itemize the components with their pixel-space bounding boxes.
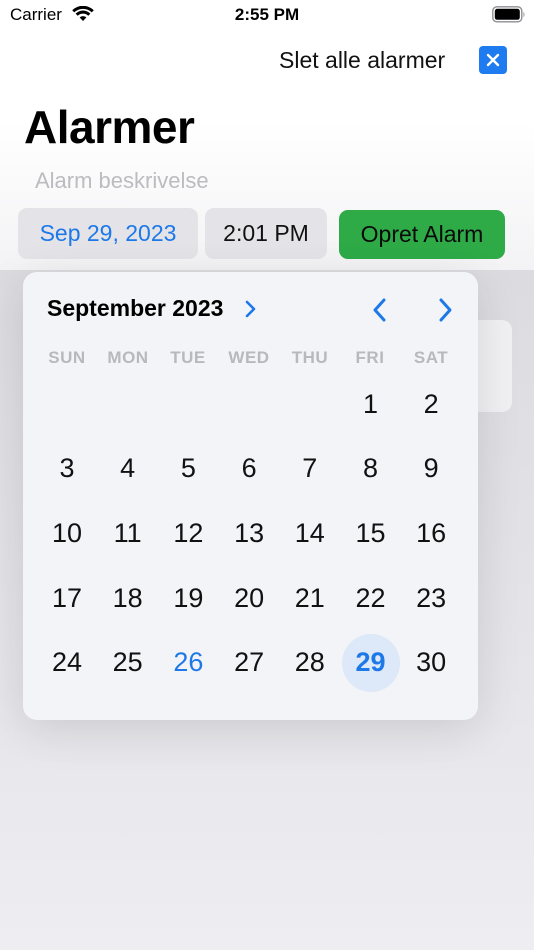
calendar-day[interactable]: 9: [401, 439, 461, 499]
calendar-day[interactable]: 15: [341, 503, 401, 563]
calendar-day[interactable]: 16: [401, 503, 461, 563]
calendar-day[interactable]: 21: [280, 568, 340, 628]
calendar-day-label: 14: [294, 517, 325, 548]
weekday-label: SAT: [413, 348, 449, 367]
chevron-right-icon[interactable]: [244, 299, 258, 319]
calendar-day[interactable]: 14: [280, 503, 340, 563]
calendar-day-label: 30: [416, 647, 447, 678]
calendar-day-label: 24: [51, 647, 83, 678]
date-picker-button[interactable]: Sep 29, 2023: [18, 208, 198, 259]
delete-all-alarms-label[interactable]: Slet alle alarmer: [279, 47, 445, 74]
weekday-label: WED: [228, 348, 270, 367]
weekday-label: MON: [107, 348, 149, 367]
calendar-day-label: 26: [173, 647, 204, 678]
status-time: 2:55 PM: [234, 5, 300, 24]
battery-icon: [492, 6, 525, 23]
weekday-label: TUE: [170, 348, 206, 367]
calendar-day[interactable]: 20: [219, 568, 279, 628]
calendar-day[interactable]: 23: [401, 568, 461, 628]
delete-all-button[interactable]: [479, 46, 507, 74]
calendar-day[interactable]: 25: [98, 633, 158, 693]
calendar-day[interactable]: 10: [37, 503, 97, 563]
calendar-popover: September 2023 SUN MON TUE WED THU FRI S…: [23, 272, 478, 720]
calendar-day[interactable]: 8: [341, 439, 401, 499]
create-alarm-button[interactable]: Opret Alarm: [339, 210, 505, 259]
time-picker-button[interactable]: 2:01 PM: [205, 208, 327, 259]
weekday-header: SUN MON TUE WED THU FRI SAT: [37, 348, 462, 372]
calendar-day-label: 29: [355, 647, 386, 678]
calendar-day-label: 21: [294, 582, 325, 613]
calendar-day-label: 27: [234, 647, 265, 678]
calendar-day[interactable]: 28: [280, 633, 340, 693]
x-icon: [486, 53, 500, 67]
calendar-day-label: 28: [294, 647, 325, 678]
next-month-button[interactable]: [435, 297, 455, 323]
calendar-day-label: 12: [173, 517, 204, 548]
status-bar: Carrier 2:55 PM: [0, 0, 534, 32]
calendar-day-label: 20: [234, 582, 265, 613]
calendar-day-label: 18: [112, 582, 143, 613]
calendar-day-label: 4: [120, 453, 136, 484]
calendar-day[interactable]: 12: [158, 503, 218, 563]
calendar-day[interactable]: 6: [219, 439, 279, 499]
calendar-day[interactable]: 1: [341, 374, 401, 434]
calendar-day-label: 22: [355, 582, 386, 613]
calendar-day-label: 23: [416, 582, 447, 613]
calendar-day-label: 2: [423, 388, 439, 419]
calendar-day[interactable]: 24: [37, 633, 97, 693]
calendar-day-grid: 1 2 3 4 5 6 7 8 9 10 11 12 13 14 15 16 17 18 19 20 21 22 23 24 2…: [37, 374, 462, 704]
calendar-day[interactable]: 30: [401, 633, 461, 693]
calendar-day-label: 17: [51, 582, 83, 613]
calendar-day-label: 15: [355, 517, 386, 548]
calendar-day[interactable]: 7: [280, 439, 340, 499]
weekday-label: THU: [291, 348, 329, 367]
calendar-day[interactable]: 22: [341, 568, 401, 628]
calendar-day-label: 7: [302, 453, 318, 484]
calendar-day-label: 5: [180, 453, 196, 484]
calendar-day-label: 13: [234, 517, 265, 548]
alarm-description-input[interactable]: [35, 166, 335, 196]
calendar-day-label: 8: [362, 453, 379, 484]
calendar-day-label: 25: [112, 647, 143, 678]
calendar-day[interactable]: 17: [37, 568, 97, 628]
calendar-day[interactable]: 26: [158, 633, 218, 693]
page-title: Alarmer: [24, 101, 195, 153]
calendar-day[interactable]: 11: [98, 503, 158, 563]
calendar-day-label: 6: [241, 453, 257, 484]
calendar-day-label: 3: [59, 453, 75, 484]
month-year-label[interactable]: September 2023: [47, 295, 223, 322]
calendar-day-selected[interactable]: 29: [341, 633, 401, 693]
calendar-day[interactable]: 2: [401, 374, 461, 434]
calendar-day-label: 10: [51, 517, 83, 548]
calendar-day-label: 11: [113, 517, 142, 548]
calendar-day[interactable]: 3: [37, 439, 97, 499]
calendar-day[interactable]: 13: [219, 503, 279, 563]
weekday-label: SUN: [48, 348, 86, 367]
calendar-day-label: 1: [362, 388, 379, 419]
calendar-day-label: 9: [423, 453, 439, 484]
calendar-day[interactable]: 27: [219, 633, 279, 693]
calendar-day-label: 19: [173, 582, 204, 613]
calendar-day-label: 16: [416, 517, 447, 548]
weekday-label: FRI: [355, 348, 385, 367]
previous-month-button[interactable]: [370, 297, 390, 323]
calendar-day[interactable]: 4: [98, 439, 158, 499]
calendar-day[interactable]: 5: [158, 439, 218, 499]
calendar-day[interactable]: 19: [158, 568, 218, 628]
calendar-day[interactable]: 18: [98, 568, 158, 628]
